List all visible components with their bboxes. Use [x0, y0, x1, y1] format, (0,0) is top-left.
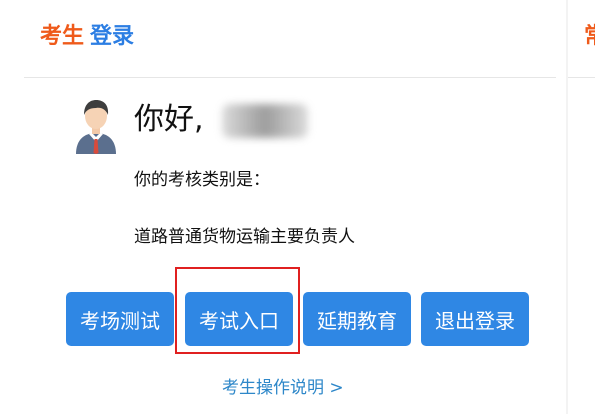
adjacent-card-header: 常 [584, 22, 595, 52]
page: 考生登录 常 你好, 你的考核类别是： 道路普通货物运输主要负责人 考场测试 考… [0, 0, 595, 414]
header-title: 登录 [90, 24, 135, 49]
card-header: 考生 登录 [40, 22, 134, 52]
greeting-text: 你好, [134, 102, 204, 137]
highlight-annotation [175, 267, 300, 354]
header-divider [24, 77, 556, 78]
category-value: 道路普通货物运输主要负责人 [134, 227, 355, 247]
redacted-username [222, 104, 308, 138]
help-instructions-link[interactable]: 考生操作说明 > [222, 376, 344, 400]
adjacent-divider [568, 77, 595, 78]
adjacent-card [568, 0, 595, 414]
category-label: 你的考核类别是： [134, 170, 270, 190]
header-prefix: 考生 [40, 24, 85, 49]
extended-education-button[interactable]: 延期教育 [303, 292, 411, 346]
user-avatar-icon [76, 100, 116, 154]
exam-test-button[interactable]: 考场测试 [66, 292, 174, 346]
logout-button[interactable]: 退出登录 [421, 292, 529, 346]
